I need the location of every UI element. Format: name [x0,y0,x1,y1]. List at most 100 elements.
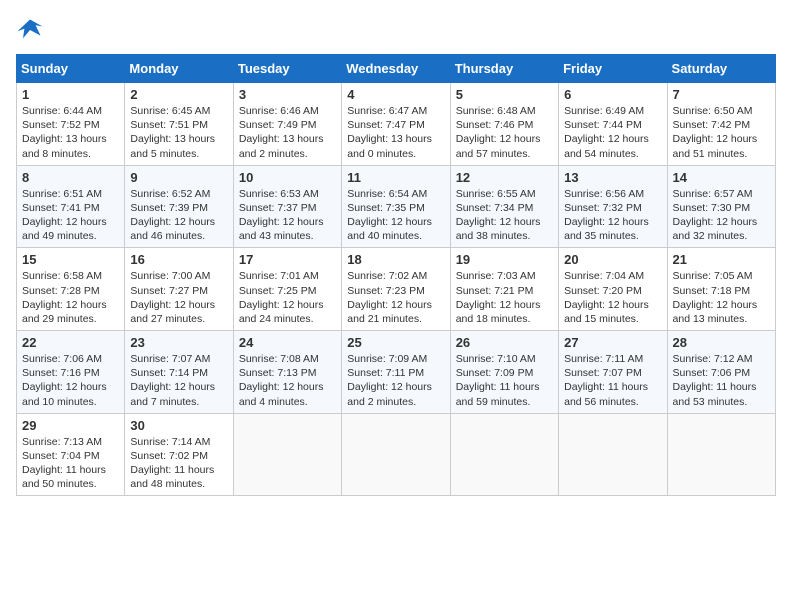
calendar-cell: 10 Sunrise: 6:53 AM Sunset: 7:37 PM Dayl… [233,165,341,248]
day-number: 28 [673,335,770,350]
day-number: 18 [347,252,444,267]
calendar-cell: 16 Sunrise: 7:00 AM Sunset: 7:27 PM Dayl… [125,248,233,331]
day-info: Sunrise: 6:53 AM Sunset: 7:37 PM Dayligh… [239,187,336,244]
day-number: 16 [130,252,227,267]
day-number: 23 [130,335,227,350]
day-number: 24 [239,335,336,350]
calendar-cell: 12 Sunrise: 6:55 AM Sunset: 7:34 PM Dayl… [450,165,558,248]
calendar-cell: 11 Sunrise: 6:54 AM Sunset: 7:35 PM Dayl… [342,165,450,248]
calendar-cell: 27 Sunrise: 7:11 AM Sunset: 7:07 PM Dayl… [559,331,667,414]
day-info: Sunrise: 6:47 AM Sunset: 7:47 PM Dayligh… [347,104,444,161]
day-info: Sunrise: 6:45 AM Sunset: 7:51 PM Dayligh… [130,104,227,161]
day-number: 15 [22,252,119,267]
day-number: 2 [130,87,227,102]
logo [16,16,48,44]
calendar-cell: 22 Sunrise: 7:06 AM Sunset: 7:16 PM Dayl… [17,331,125,414]
calendar-cell: 13 Sunrise: 6:56 AM Sunset: 7:32 PM Dayl… [559,165,667,248]
day-info: Sunrise: 6:51 AM Sunset: 7:41 PM Dayligh… [22,187,119,244]
day-number: 19 [456,252,553,267]
day-number: 20 [564,252,661,267]
day-number: 21 [673,252,770,267]
calendar-cell: 7 Sunrise: 6:50 AM Sunset: 7:42 PM Dayli… [667,83,775,166]
calendar-cell: 1 Sunrise: 6:44 AM Sunset: 7:52 PM Dayli… [17,83,125,166]
calendar-table: SundayMondayTuesdayWednesdayThursdayFrid… [16,54,776,496]
calendar-cell: 30 Sunrise: 7:14 AM Sunset: 7:02 PM Dayl… [125,413,233,496]
day-info: Sunrise: 6:57 AM Sunset: 7:30 PM Dayligh… [673,187,770,244]
day-info: Sunrise: 7:13 AM Sunset: 7:04 PM Dayligh… [22,435,119,492]
logo-icon [16,16,44,44]
day-info: Sunrise: 7:14 AM Sunset: 7:02 PM Dayligh… [130,435,227,492]
calendar-cell [450,413,558,496]
calendar-cell: 18 Sunrise: 7:02 AM Sunset: 7:23 PM Dayl… [342,248,450,331]
day-info: Sunrise: 7:02 AM Sunset: 7:23 PM Dayligh… [347,269,444,326]
day-number: 3 [239,87,336,102]
weekday-header-sunday: Sunday [17,55,125,83]
day-number: 25 [347,335,444,350]
weekday-header-wednesday: Wednesday [342,55,450,83]
day-number: 22 [22,335,119,350]
day-number: 8 [22,170,119,185]
day-info: Sunrise: 7:07 AM Sunset: 7:14 PM Dayligh… [130,352,227,409]
calendar-cell: 20 Sunrise: 7:04 AM Sunset: 7:20 PM Dayl… [559,248,667,331]
day-info: Sunrise: 6:54 AM Sunset: 7:35 PM Dayligh… [347,187,444,244]
calendar-cell [559,413,667,496]
day-number: 30 [130,418,227,433]
day-number: 14 [673,170,770,185]
day-info: Sunrise: 6:52 AM Sunset: 7:39 PM Dayligh… [130,187,227,244]
calendar-cell: 6 Sunrise: 6:49 AM Sunset: 7:44 PM Dayli… [559,83,667,166]
day-number: 6 [564,87,661,102]
calendar-cell: 21 Sunrise: 7:05 AM Sunset: 7:18 PM Dayl… [667,248,775,331]
calendar-cell: 25 Sunrise: 7:09 AM Sunset: 7:11 PM Dayl… [342,331,450,414]
day-number: 26 [456,335,553,350]
day-info: Sunrise: 7:00 AM Sunset: 7:27 PM Dayligh… [130,269,227,326]
weekday-header-saturday: Saturday [667,55,775,83]
day-number: 12 [456,170,553,185]
weekday-header-friday: Friday [559,55,667,83]
day-info: Sunrise: 7:12 AM Sunset: 7:06 PM Dayligh… [673,352,770,409]
calendar-cell: 23 Sunrise: 7:07 AM Sunset: 7:14 PM Dayl… [125,331,233,414]
calendar-cell: 2 Sunrise: 6:45 AM Sunset: 7:51 PM Dayli… [125,83,233,166]
day-number: 29 [22,418,119,433]
calendar-cell [233,413,341,496]
day-info: Sunrise: 7:10 AM Sunset: 7:09 PM Dayligh… [456,352,553,409]
day-info: Sunrise: 6:58 AM Sunset: 7:28 PM Dayligh… [22,269,119,326]
calendar-cell: 26 Sunrise: 7:10 AM Sunset: 7:09 PM Dayl… [450,331,558,414]
calendar-cell: 15 Sunrise: 6:58 AM Sunset: 7:28 PM Dayl… [17,248,125,331]
calendar-cell: 24 Sunrise: 7:08 AM Sunset: 7:13 PM Dayl… [233,331,341,414]
day-info: Sunrise: 7:08 AM Sunset: 7:13 PM Dayligh… [239,352,336,409]
day-number: 9 [130,170,227,185]
calendar-cell: 4 Sunrise: 6:47 AM Sunset: 7:47 PM Dayli… [342,83,450,166]
calendar-cell: 14 Sunrise: 6:57 AM Sunset: 7:30 PM Dayl… [667,165,775,248]
calendar-cell [342,413,450,496]
day-info: Sunrise: 7:03 AM Sunset: 7:21 PM Dayligh… [456,269,553,326]
day-info: Sunrise: 7:05 AM Sunset: 7:18 PM Dayligh… [673,269,770,326]
calendar-cell: 3 Sunrise: 6:46 AM Sunset: 7:49 PM Dayli… [233,83,341,166]
day-number: 4 [347,87,444,102]
day-number: 17 [239,252,336,267]
day-info: Sunrise: 6:44 AM Sunset: 7:52 PM Dayligh… [22,104,119,161]
day-info: Sunrise: 7:01 AM Sunset: 7:25 PM Dayligh… [239,269,336,326]
calendar-cell: 28 Sunrise: 7:12 AM Sunset: 7:06 PM Dayl… [667,331,775,414]
day-number: 7 [673,87,770,102]
day-info: Sunrise: 6:49 AM Sunset: 7:44 PM Dayligh… [564,104,661,161]
day-number: 13 [564,170,661,185]
day-info: Sunrise: 6:55 AM Sunset: 7:34 PM Dayligh… [456,187,553,244]
day-number: 5 [456,87,553,102]
day-info: Sunrise: 6:56 AM Sunset: 7:32 PM Dayligh… [564,187,661,244]
weekday-header-thursday: Thursday [450,55,558,83]
calendar-cell [667,413,775,496]
day-info: Sunrise: 7:09 AM Sunset: 7:11 PM Dayligh… [347,352,444,409]
calendar-cell: 17 Sunrise: 7:01 AM Sunset: 7:25 PM Dayl… [233,248,341,331]
day-info: Sunrise: 6:50 AM Sunset: 7:42 PM Dayligh… [673,104,770,161]
page-header [16,16,776,44]
day-info: Sunrise: 7:04 AM Sunset: 7:20 PM Dayligh… [564,269,661,326]
day-number: 27 [564,335,661,350]
day-info: Sunrise: 7:11 AM Sunset: 7:07 PM Dayligh… [564,352,661,409]
day-info: Sunrise: 6:46 AM Sunset: 7:49 PM Dayligh… [239,104,336,161]
day-info: Sunrise: 7:06 AM Sunset: 7:16 PM Dayligh… [22,352,119,409]
calendar-cell: 8 Sunrise: 6:51 AM Sunset: 7:41 PM Dayli… [17,165,125,248]
calendar-cell: 5 Sunrise: 6:48 AM Sunset: 7:46 PM Dayli… [450,83,558,166]
calendar-cell: 19 Sunrise: 7:03 AM Sunset: 7:21 PM Dayl… [450,248,558,331]
weekday-header-tuesday: Tuesday [233,55,341,83]
day-number: 10 [239,170,336,185]
